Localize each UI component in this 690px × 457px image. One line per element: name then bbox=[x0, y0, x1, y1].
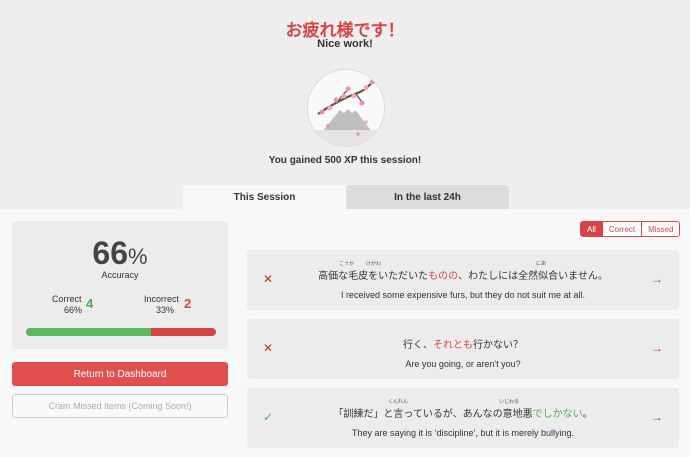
result-filter-group: All Correct Missed bbox=[580, 221, 681, 237]
review-item-card[interactable]: ✓ くんれん いじわる 「訓練だ」と言っているが、あんなの意地悪でしかない。 T… bbox=[247, 388, 679, 448]
japanese-sentence: 高価な毛皮をいただいたものの、わたしには全然似合いません。 bbox=[247, 267, 679, 282]
accuracy-percent-sign: % bbox=[128, 244, 148, 269]
arrow-right-icon[interactable]: → bbox=[651, 272, 663, 286]
tab-last-24h[interactable]: In the last 24h bbox=[346, 185, 509, 209]
correct-label: Correct bbox=[52, 294, 82, 304]
cram-missed-items-button: Cram Missed Items (Coming Soon!) bbox=[12, 394, 228, 418]
sentence-text: 行かない？ bbox=[473, 340, 523, 351]
furigana: こうか bbox=[339, 261, 355, 267]
filter-correct[interactable]: Correct bbox=[601, 222, 642, 236]
furigana: いじわる bbox=[499, 399, 520, 405]
correct-stat: Correct 66% 4 bbox=[52, 294, 93, 315]
incorrect-percent: 33% bbox=[156, 305, 175, 315]
return-to-dashboard-button[interactable]: Return to Dashboard bbox=[12, 362, 228, 386]
japanese-sentence: 行く、それとも行かない？ bbox=[247, 336, 679, 351]
arrow-right-icon[interactable]: → bbox=[651, 410, 663, 424]
japanese-sentence: 「訓練だ」と言っているが、あんなの意地悪でしかない。 bbox=[247, 405, 679, 420]
grammar-point: でしかない bbox=[532, 409, 583, 420]
incorrect-count: 2 bbox=[184, 296, 192, 311]
furigana: けがわ bbox=[366, 261, 382, 267]
emblem-illustration bbox=[308, 79, 384, 146]
incorrect-label: Incorrect bbox=[144, 294, 180, 304]
sentence-text: 高価な毛皮をいただいた bbox=[318, 271, 429, 282]
xp-gained-text: You gained 500 XP this session! bbox=[268, 155, 422, 166]
accuracy-stats-card: 66% Accuracy Correct 66% 4 Incorrect 33%… bbox=[12, 221, 228, 349]
filter-all[interactable]: All bbox=[581, 222, 602, 236]
accuracy-progress-fill bbox=[26, 328, 152, 336]
english-translation: I received some expensive furs, but they… bbox=[340, 290, 586, 300]
sentence-text: 。 bbox=[582, 409, 593, 420]
english-translation: They are saying it is ‘discipline’, but … bbox=[351, 428, 575, 438]
filter-missed[interactable]: Missed bbox=[641, 222, 680, 236]
accuracy-label: Accuracy bbox=[101, 270, 139, 280]
page-subtitle: Nice work! bbox=[317, 38, 373, 50]
sentence-text: 、わたしには全然似合いません。 bbox=[458, 271, 608, 282]
correct-count: 4 bbox=[86, 296, 94, 311]
review-item-card[interactable]: ✕ 行く、それとも行かない？ Are you going, or aren't … bbox=[247, 319, 679, 379]
arrow-right-icon[interactable]: → bbox=[651, 341, 663, 355]
incorrect-stat: Incorrect 33% 2 bbox=[144, 294, 191, 315]
english-translation: Are you going, or aren't you? bbox=[405, 359, 521, 369]
accuracy-value: 66 bbox=[92, 235, 129, 271]
review-item-card[interactable]: ✕ こうか けがわ にあ 高価な毛皮をいただいたものの、わたしには全然似合いませ… bbox=[247, 250, 679, 310]
grammar-point: ものの bbox=[428, 271, 459, 282]
grammar-point: それとも bbox=[433, 340, 473, 351]
cherry-blossom-mountain-emblem bbox=[307, 69, 385, 147]
accuracy-progress-bar bbox=[26, 328, 216, 336]
furigana: くんれん bbox=[388, 399, 409, 405]
tab-this-session[interactable]: This Session bbox=[183, 185, 346, 209]
furigana: にあ bbox=[536, 261, 547, 267]
accuracy-percentage: 66% bbox=[12, 235, 228, 272]
sentence-text: 「訓練だ」と言っているが、あんなの意地悪 bbox=[333, 409, 533, 420]
sentence-text: 行く、 bbox=[403, 340, 433, 351]
correct-percent: 66% bbox=[64, 305, 83, 315]
